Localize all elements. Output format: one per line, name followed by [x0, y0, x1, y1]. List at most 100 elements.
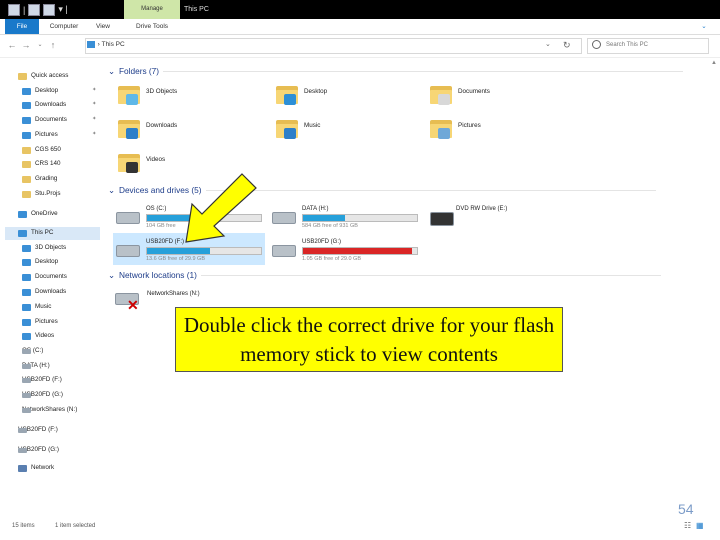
pin-icon[interactable]: ✦: [92, 87, 97, 93]
nav-item[interactable]: Grading: [22, 173, 57, 185]
nav-item[interactable]: CGS 650: [22, 144, 61, 156]
folder-item[interactable]: Videos: [118, 152, 165, 173]
drive-name: DVD RW Drive (E:): [456, 206, 508, 212]
nav-item[interactable]: Desktop: [22, 256, 58, 268]
nav-item-label: 3D Objects: [35, 244, 67, 251]
folder-name: 3D Objects: [146, 88, 178, 95]
network-section-header[interactable]: ⌄ Network locations (1): [108, 270, 661, 280]
tab-view[interactable]: View: [88, 19, 118, 34]
address-bar[interactable]: [85, 38, 582, 54]
title-bar: [0, 0, 720, 19]
nav-item-label: CRS 140: [35, 160, 61, 167]
nav-item-label: Pictures: [35, 318, 58, 325]
divider: [205, 189, 656, 191]
nav-item[interactable]: NetworkShares (N:): [22, 404, 77, 416]
nav-item[interactable]: 3D Objects: [22, 242, 66, 254]
nav-item[interactable]: Pictures: [22, 316, 58, 328]
disconnected-icon: ✕: [127, 297, 139, 313]
new-folder-icon[interactable]: [43, 3, 56, 16]
nav-item[interactable]: Stu.Projs: [22, 188, 61, 200]
nav-item[interactable]: Music: [22, 301, 51, 313]
recent-locations-icon[interactable]: ⌄: [34, 38, 46, 52]
nav-item-label: Grading: [35, 175, 58, 182]
folder-item[interactable]: Pictures: [430, 118, 481, 139]
scrollbar[interactable]: ▲: [710, 58, 718, 518]
tab-drive-tools[interactable]: Drive Tools: [124, 19, 180, 34]
forward-icon[interactable]: →: [20, 38, 32, 52]
scroll-up-icon[interactable]: ▲: [711, 60, 717, 66]
address-path[interactable]: › This PC: [94, 39, 125, 51]
folder-icon: [276, 84, 298, 105]
refresh-icon[interactable]: ↻: [563, 38, 571, 52]
pin-icon[interactable]: ✦: [92, 116, 97, 122]
pin-icon[interactable]: ✦: [92, 101, 97, 107]
folder-item[interactable]: Downloads: [118, 118, 177, 139]
nav-item[interactable]: USB20FD (F:): [22, 374, 62, 386]
drive-name: USB20FD (F:): [146, 239, 185, 245]
folder-item[interactable]: Documents: [430, 84, 490, 105]
folders-section-header[interactable]: ⌄ Folders (7): [108, 66, 684, 76]
properties-icon[interactable]: [28, 3, 41, 16]
nav-item[interactable]: OS (C:): [22, 345, 43, 357]
nav-item[interactable]: Pictures: [22, 129, 58, 141]
nav-item[interactable]: Network: [18, 462, 54, 474]
nav-item-label: Videos: [35, 332, 55, 339]
folder-icon: [118, 152, 140, 173]
collapse-chevron-icon[interactable]: ⌄: [108, 66, 115, 76]
divider: [200, 274, 661, 276]
nav-item-label: Documents: [35, 116, 67, 123]
nav-item[interactable]: Quick access: [18, 70, 68, 82]
nav-item-label: Music: [35, 303, 52, 310]
window-title: This PC: [184, 6, 209, 13]
pin-icon[interactable]: ✦: [92, 131, 97, 137]
usb-drive-icon: [18, 447, 27, 453]
nav-item[interactable]: OneDrive: [18, 208, 58, 220]
callout-text: Double click the correct drive for your …: [183, 312, 555, 366]
nav-item[interactable]: CRS 140: [22, 158, 61, 170]
nav-item[interactable]: Videos: [22, 330, 54, 342]
expand-ribbon-icon[interactable]: ⌄: [694, 19, 714, 34]
details-view-icon[interactable]: ☷: [684, 521, 691, 530]
quick-access-toolbar: | ▾ |: [8, 3, 68, 16]
nav-item[interactable]: This PC: [18, 227, 53, 239]
usb-drive-icon: [22, 392, 31, 398]
nav-item-label: This PC: [31, 229, 54, 236]
nav-item[interactable]: Downloads: [22, 286, 66, 298]
large-icons-view-icon[interactable]: ▦: [696, 521, 704, 530]
nav-item[interactable]: USB20FD (G:): [18, 444, 59, 456]
context-tab-manage[interactable]: Manage: [124, 0, 180, 19]
up-icon[interactable]: ↑: [47, 38, 59, 52]
folder-item[interactable]: 3D Objects: [118, 84, 178, 105]
drive-usage-fill: [303, 248, 413, 254]
drive-usage-fill: [303, 215, 346, 221]
dvd-drive-icon: [430, 212, 454, 226]
collapse-chevron-icon[interactable]: ⌄: [108, 270, 115, 280]
nav-item[interactable]: USB20FD (F:): [18, 424, 58, 436]
tab-computer[interactable]: Computer: [44, 19, 84, 34]
nav-item[interactable]: Downloads: [22, 99, 66, 111]
download-icon: [22, 288, 31, 296]
nav-item[interactable]: Desktop: [22, 85, 58, 97]
drive-free-space: 13.6 GB free of 29.9 GB: [146, 256, 206, 262]
tab-file[interactable]: File: [5, 19, 39, 34]
breadcrumb-this-pc[interactable]: This PC: [102, 41, 125, 48]
drive-usage-bar: [302, 247, 418, 255]
instruction-callout: Double click the correct drive for your …: [175, 307, 563, 372]
cube-icon: [22, 244, 31, 252]
usb-drive-icon: [22, 377, 31, 383]
nav-item[interactable]: DATA (H:): [22, 360, 50, 372]
folder-icon: [22, 175, 31, 183]
address-dropdown-icon[interactable]: ⌄: [545, 38, 551, 52]
folder-item[interactable]: Desktop: [276, 84, 327, 105]
collapse-chevron-icon[interactable]: ⌄: [108, 185, 115, 195]
nav-item[interactable]: USB20FD (G:): [22, 389, 63, 401]
nav-item[interactable]: Documents: [22, 271, 67, 283]
customize-toolbar-icon[interactable]: ▾ |: [58, 4, 67, 15]
drive-name: DATA (H:): [302, 206, 329, 212]
drive-name: OS (C:): [146, 206, 167, 212]
computer-icon[interactable]: [8, 3, 20, 16]
folder-item[interactable]: Music: [276, 118, 320, 139]
nav-item[interactable]: Documents: [22, 114, 67, 126]
drive-free-space: 584 GB free of 931 GB: [302, 223, 358, 229]
back-icon[interactable]: ←: [6, 38, 18, 52]
